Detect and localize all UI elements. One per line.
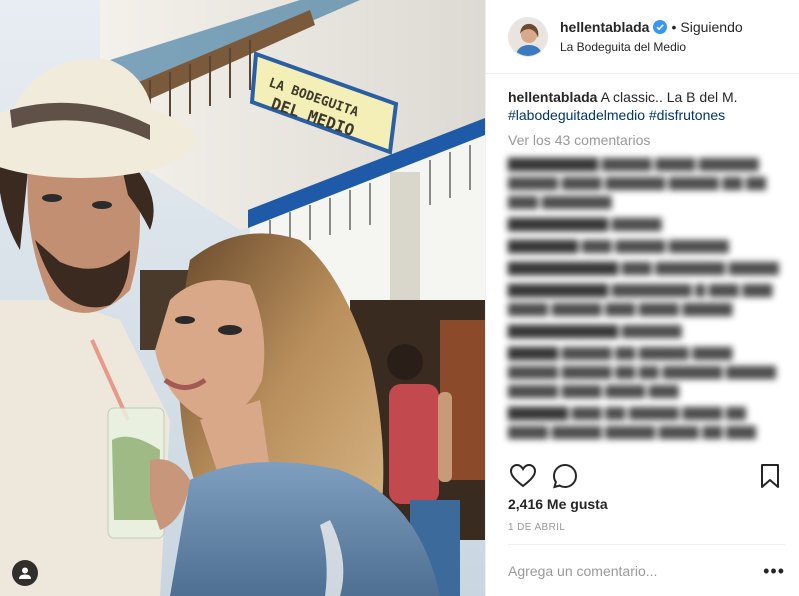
hashtag-link[interactable]: #disfrutones bbox=[649, 107, 725, 123]
caption: hellentablada A classic.. La B del M. #l… bbox=[508, 88, 783, 124]
hashtag-link[interactable]: #labodeguitadelmedio bbox=[508, 107, 645, 123]
list-item: ▇▇▇▇▇▇▇▇▇▇▇ ▇▇▇ ▇▇▇▇▇▇▇ ▇▇▇▇▇ bbox=[508, 260, 779, 275]
location-link[interactable]: La Bodeguita del Medio bbox=[560, 40, 743, 54]
save-button[interactable] bbox=[755, 461, 785, 491]
avatar[interactable] bbox=[508, 16, 548, 57]
avatar-image bbox=[509, 17, 547, 56]
blurred-comments: ▇▇▇▇▇▇▇▇▇ ▇▇▇▇▇ ▇▇▇▇ ▇▇▇▇▇▇ ▇▇▇▇▇ ▇▇▇▇ ▇… bbox=[508, 154, 783, 441]
username-link[interactable]: hellentablada bbox=[560, 19, 649, 36]
list-item: ▇▇▇▇▇▇ ▇▇▇ ▇▇ ▇▇▇▇▇ ▇▇▇▇ ▇▇ ▇▇▇▇ ▇▇▇▇▇ ▇… bbox=[508, 405, 757, 439]
comment-input[interactable] bbox=[508, 562, 748, 579]
header-info: hellentablada • Siguiendo La Bodeguita d… bbox=[560, 19, 743, 54]
post-date[interactable]: 1 DE ABRIL bbox=[508, 522, 565, 533]
caption-username[interactable]: hellentablada bbox=[508, 89, 597, 105]
view-all-comments-link[interactable]: Ver los 43 comentarios bbox=[508, 132, 783, 148]
comment-icon bbox=[552, 463, 578, 489]
caption-text: A classic.. La B del M. bbox=[600, 89, 738, 105]
user-tag-icon bbox=[19, 567, 31, 579]
comment-button[interactable] bbox=[550, 461, 580, 491]
list-item: ▇▇▇▇▇▇▇▇▇▇ ▇▇▇▇▇ bbox=[508, 216, 662, 231]
separator-dot: • bbox=[671, 18, 677, 35]
bookmark-icon bbox=[761, 464, 779, 488]
post-photo[interactable]: LA BODEGUITA DEL MEDIO bbox=[0, 0, 485, 596]
list-item: ▇▇▇▇▇▇▇▇▇▇▇ ▇▇▇▇▇▇ bbox=[508, 323, 682, 338]
following-button[interactable]: Siguiendo bbox=[680, 19, 742, 36]
like-button[interactable] bbox=[508, 461, 538, 491]
comments-section: hellentablada A classic.. La B del M. #l… bbox=[486, 74, 799, 454]
post-header: hellentablada • Siguiendo La Bodeguita d… bbox=[486, 0, 799, 74]
instagram-post: LA BODEGUITA DEL MEDIO hellentablada • S… bbox=[0, 0, 799, 596]
list-item: ▇▇▇▇▇ ▇▇▇▇▇ ▇▇ ▇▇▇▇▇ ▇▇▇▇ ▇▇▇▇▇ ▇▇▇▇▇ ▇▇… bbox=[508, 345, 776, 398]
likes-count[interactable]: 2,416 Me gusta bbox=[508, 496, 608, 512]
list-item: ▇▇▇▇▇▇▇▇▇▇ ▇▇▇▇▇▇▇▇ ▇ ▇▇▇ ▇▇▇ ▇▇▇▇ ▇▇▇▇▇… bbox=[508, 282, 773, 316]
post-photo-illustration: LA BODEGUITA DEL MEDIO bbox=[0, 0, 485, 596]
more-options-icon[interactable]: ••• bbox=[763, 562, 785, 580]
user-tag-button[interactable] bbox=[12, 560, 38, 586]
action-bar bbox=[508, 456, 785, 496]
list-item: ▇▇▇▇▇▇▇ ▇▇▇ ▇▇▇▇▇ ▇▇▇▇▇▇ bbox=[508, 238, 729, 253]
list-item: ▇▇▇▇▇▇▇▇▇ ▇▇▇▇▇ ▇▇▇▇ ▇▇▇▇▇▇ ▇▇▇▇▇ ▇▇▇▇ ▇… bbox=[508, 156, 767, 209]
post-sidebar: hellentablada • Siguiendo La Bodeguita d… bbox=[485, 0, 799, 596]
header-line: hellentablada • Siguiendo bbox=[560, 19, 743, 36]
heart-icon bbox=[510, 464, 536, 488]
add-comment-bar: ••• bbox=[508, 544, 785, 596]
verified-badge-icon bbox=[653, 20, 668, 35]
